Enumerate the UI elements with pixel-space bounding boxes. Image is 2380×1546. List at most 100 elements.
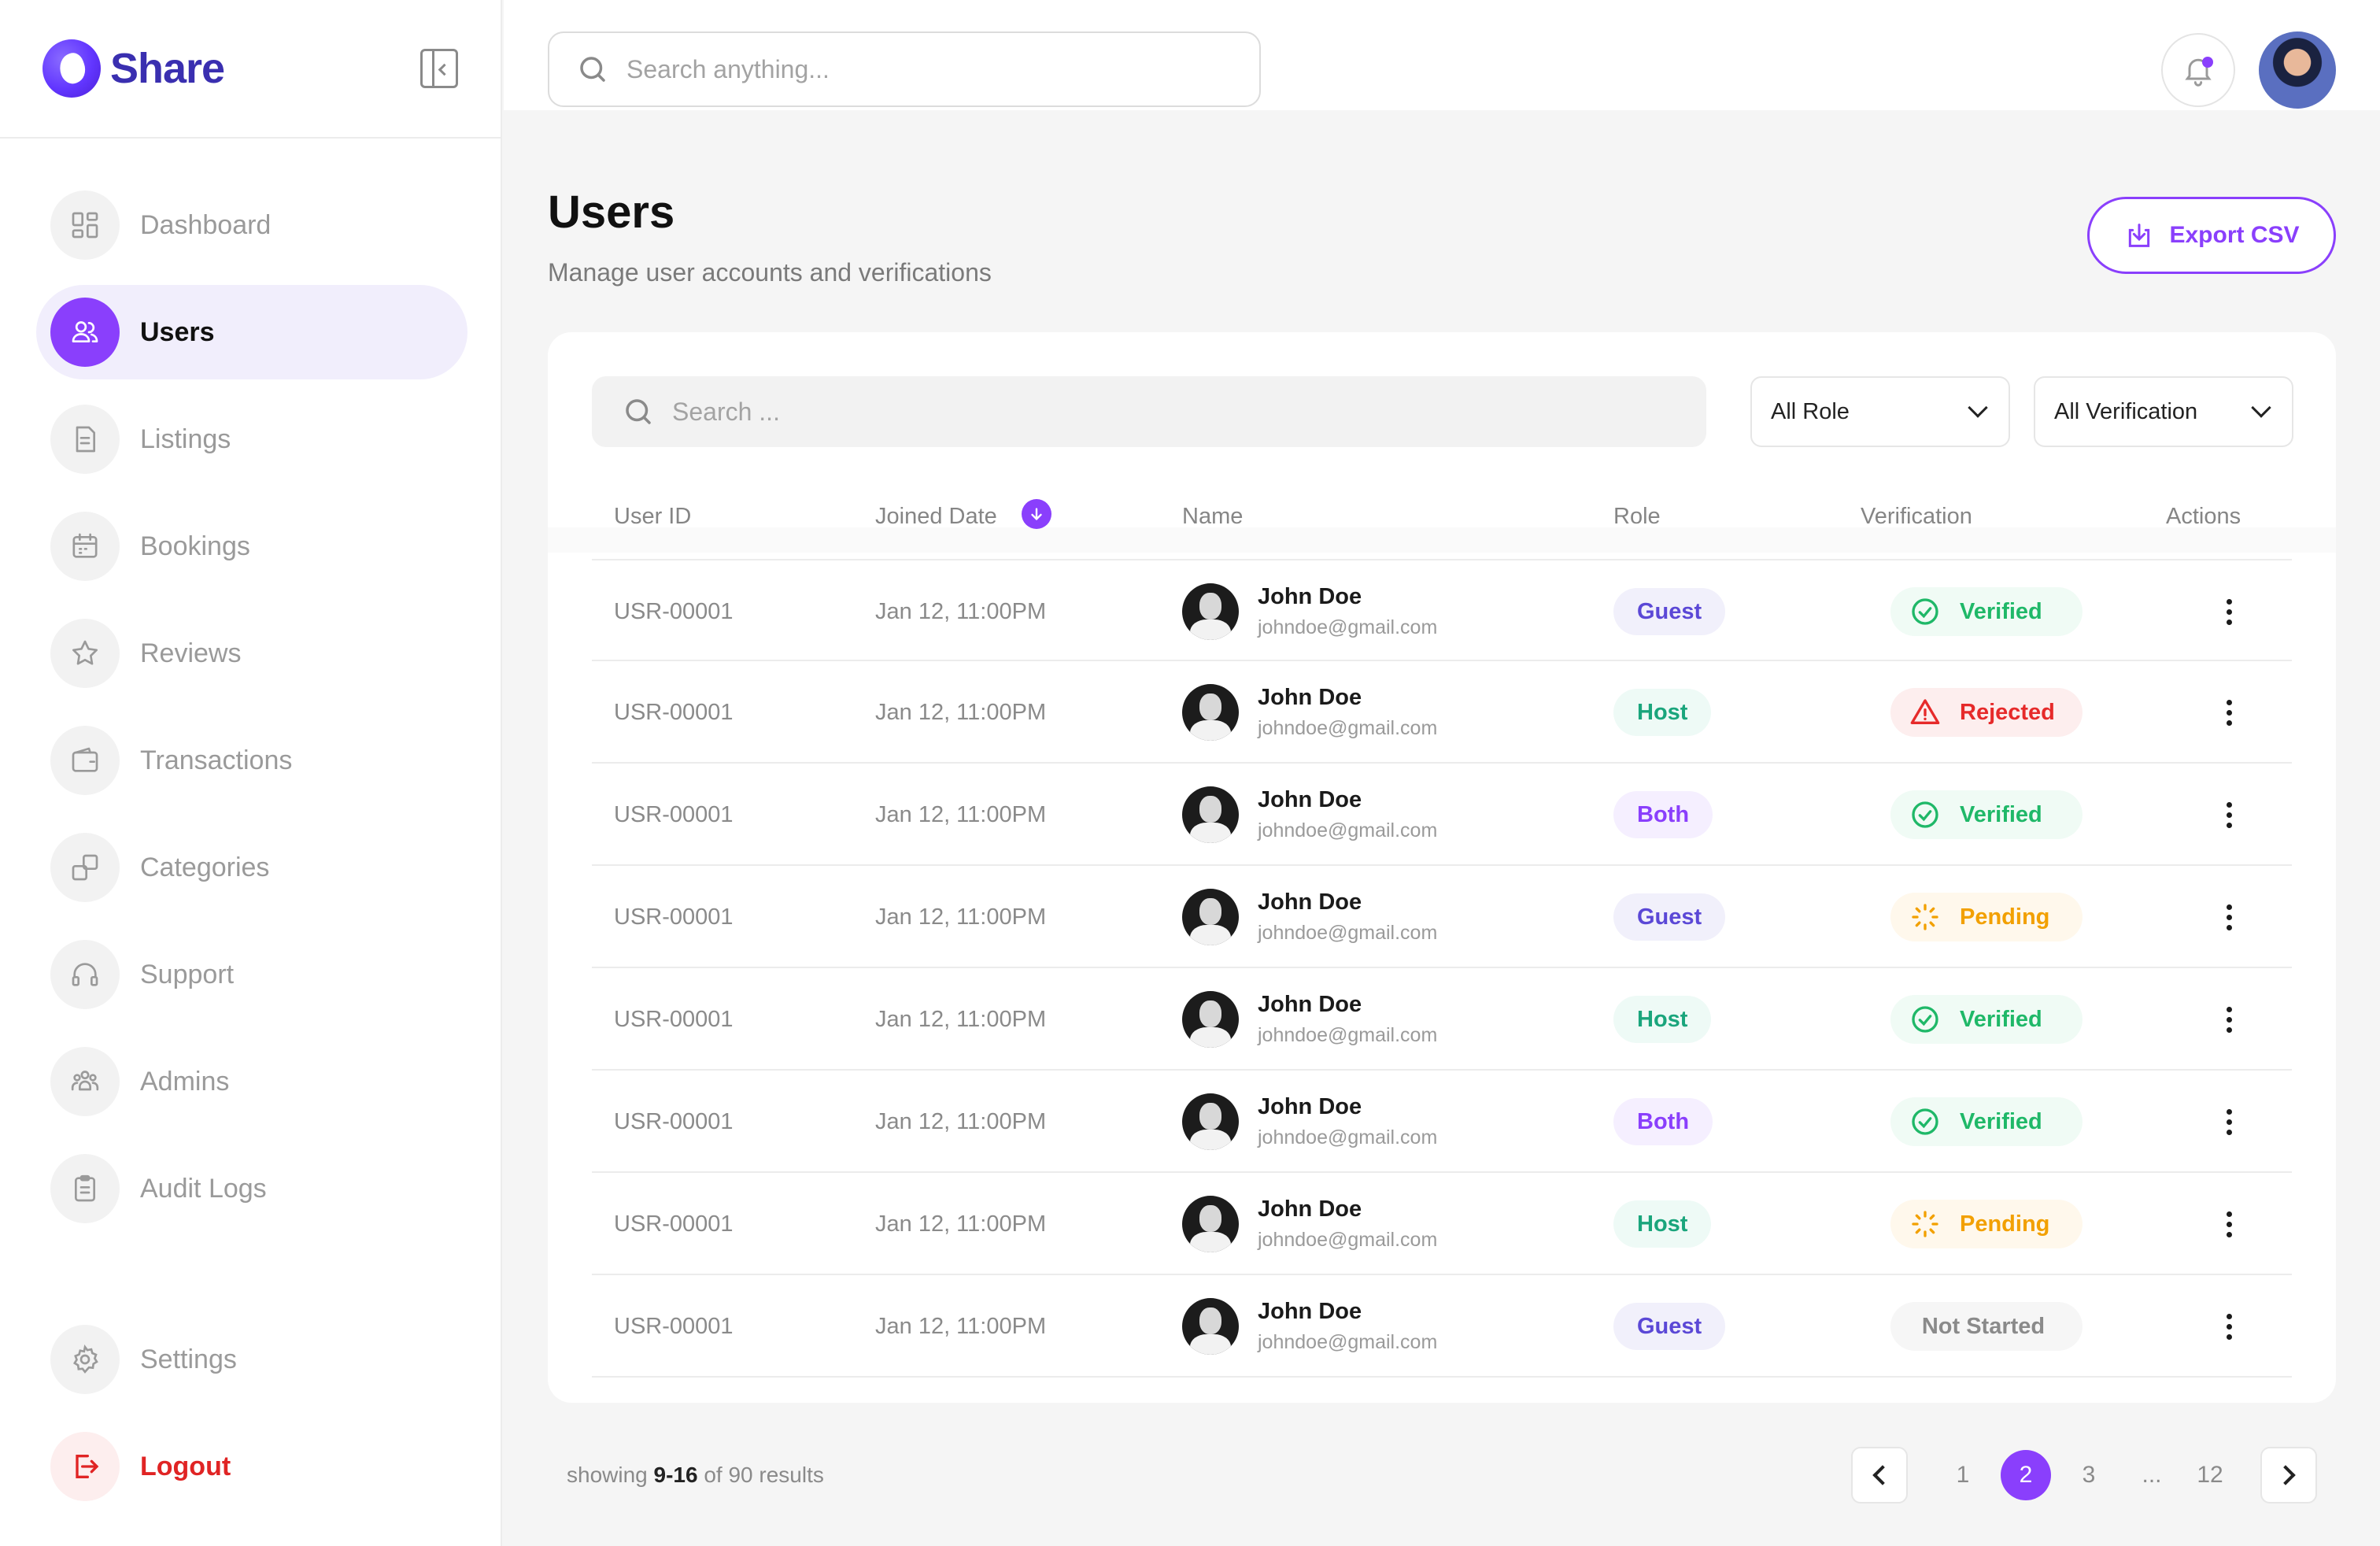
- spinner-icon: [1909, 1208, 1960, 1240]
- user-id-cell: USR-00001: [614, 904, 734, 930]
- collapse-sidebar-icon[interactable]: [420, 49, 458, 88]
- sidebar-item-label: Support: [140, 959, 235, 989]
- user-name-cell: John Doe johndoe@gmail.com: [1182, 764, 1437, 866]
- sidebar-item-users[interactable]: Users: [36, 285, 468, 379]
- user-id-cell: USR-00001: [614, 1006, 734, 1032]
- export-csv-label: Export CSV: [2169, 222, 2300, 248]
- more-options-icon[interactable]: [2213, 1303, 2245, 1350]
- sort-desc-icon[interactable]: [1022, 499, 1051, 529]
- user-avatar[interactable]: [2259, 31, 2336, 109]
- sidebar-item-settings[interactable]: Settings: [36, 1313, 468, 1406]
- brand: Share: [0, 0, 501, 139]
- user-info: John Doe johndoe@gmail.com: [1258, 992, 1437, 1047]
- col-header-verification[interactable]: Verification: [1861, 504, 1972, 530]
- role-cell: Host: [1613, 1173, 1712, 1275]
- sidebar-item-support[interactable]: Support: [36, 927, 468, 1022]
- more-options-icon[interactable]: [2213, 588, 2245, 635]
- user-name: John Doe: [1258, 1299, 1362, 1324]
- role-cell: Guest: [1613, 560, 1726, 663]
- more-options-icon[interactable]: [2213, 996, 2245, 1043]
- sidebar-item-transactions[interactable]: Transactions: [36, 713, 468, 808]
- notification-dot: [2202, 57, 2213, 68]
- verification-cell: Rejected: [1890, 661, 2082, 764]
- next-page-button[interactable]: [2260, 1447, 2317, 1503]
- table-row[interactable]: USR-00001 Jan 12, 11:00PM John Doe johnd…: [592, 866, 2292, 968]
- verification-cell: Verified: [1890, 560, 2082, 663]
- col-header-joined-date[interactable]: Joined Date: [875, 504, 997, 530]
- download-icon: [2129, 224, 2150, 247]
- more-options-icon[interactable]: [2213, 791, 2245, 838]
- verification-cell: Pending: [1890, 866, 2082, 968]
- avatar: [1182, 991, 1239, 1048]
- verification-label: Rejected: [1960, 699, 2055, 725]
- joined-date-cell: Jan 12, 11:00PM: [875, 1211, 1047, 1237]
- user-name: John Doe: [1258, 787, 1362, 812]
- users-table-body: USR-00001 Jan 12, 11:00PM John Doe johnd…: [592, 559, 2292, 1378]
- more-options-icon[interactable]: [2213, 1200, 2245, 1248]
- table-search-input[interactable]: [672, 397, 1540, 427]
- actions-cell: [2213, 764, 2245, 866]
- prev-page-button[interactable]: [1851, 1447, 1908, 1503]
- role-badge: Host: [1613, 1200, 1712, 1248]
- table-row[interactable]: USR-00001 Jan 12, 11:00PM John Doe johnd…: [592, 1275, 2292, 1378]
- verification-label: Verified: [1960, 1108, 2042, 1134]
- check-circle-icon: [1909, 1106, 1960, 1137]
- joined-date-cell: Jan 12, 11:00PM: [875, 904, 1047, 930]
- verification-filter-select[interactable]: All Verification: [2034, 376, 2293, 447]
- sidebar-item-bookings[interactable]: Bookings: [36, 499, 468, 594]
- logout-button[interactable]: Logout: [36, 1420, 468, 1513]
- page-12-button[interactable]: 12: [2185, 1450, 2235, 1500]
- page-2-button[interactable]: 2: [2001, 1450, 2051, 1500]
- role-cell: Both: [1613, 764, 1713, 866]
- user-name-cell: John Doe johndoe@gmail.com: [1182, 1275, 1437, 1378]
- user-email: johndoe@gmail.com: [1258, 922, 1438, 944]
- sidebar-item-categories[interactable]: Categories: [36, 820, 468, 915]
- joined-date-cell: Jan 12, 11:00PM: [875, 598, 1047, 624]
- table-header: [548, 490, 2336, 553]
- table-row[interactable]: USR-00001 Jan 12, 11:00PM John Doe johnd…: [592, 661, 2292, 764]
- joined-date-cell: Jan 12, 11:00PM: [875, 699, 1047, 725]
- sidebar-item-audit-logs[interactable]: Audit Logs: [36, 1141, 468, 1236]
- notifications-button[interactable]: [2161, 33, 2235, 107]
- sidebar-item-listings[interactable]: Listings: [36, 392, 468, 486]
- table-row[interactable]: USR-00001 Jan 12, 11:00PM John Doe johnd…: [592, 764, 2292, 866]
- global-search[interactable]: [548, 31, 1261, 107]
- export-csv-button[interactable]: Export CSV: [2087, 197, 2336, 274]
- sidebar-item-reviews[interactable]: Reviews: [36, 606, 468, 701]
- user-email: johndoe@gmail.com: [1258, 1126, 1438, 1148]
- star-icon: [50, 619, 120, 688]
- more-options-icon[interactable]: [2213, 893, 2245, 941]
- col-header-name[interactable]: Name: [1182, 504, 1243, 530]
- table-row[interactable]: USR-00001 Jan 12, 11:00PM John Doe johnd…: [592, 968, 2292, 1071]
- role-cell: Guest: [1613, 1275, 1726, 1378]
- verification-label: Verified: [1960, 598, 2042, 624]
- user-name-cell: John Doe johndoe@gmail.com: [1182, 1173, 1437, 1275]
- col-header-user-id[interactable]: User ID: [614, 504, 691, 530]
- joined-date-cell: Jan 12, 11:00PM: [875, 1108, 1047, 1134]
- user-email: johndoe@gmail.com: [1258, 717, 1438, 739]
- page-1-button[interactable]: 1: [1938, 1450, 1988, 1500]
- users-card: All Role All Verification User ID Joined…: [548, 332, 2336, 1403]
- joined-date-cell: Jan 12, 11:00PM: [875, 1006, 1047, 1032]
- check-circle-icon: [1909, 596, 1960, 627]
- avatar: [1182, 583, 1239, 640]
- table-row[interactable]: USR-00001 Jan 12, 11:00PM John Doe johnd…: [592, 1071, 2292, 1173]
- verification-badge: Rejected: [1890, 688, 2082, 737]
- page-3-button[interactable]: 3: [2064, 1450, 2114, 1500]
- results-summary: showing 9-16 of 90 results: [567, 1463, 824, 1488]
- role-badge: Both: [1613, 1098, 1713, 1145]
- avatar: [1182, 1298, 1239, 1355]
- col-header-role[interactable]: Role: [1613, 504, 1661, 530]
- sidebar-item-admins[interactable]: Admins: [36, 1034, 468, 1129]
- table-row[interactable]: USR-00001 Jan 12, 11:00PM John Doe johnd…: [592, 1173, 2292, 1275]
- user-name: John Doe: [1258, 1196, 1362, 1222]
- more-options-icon[interactable]: [2213, 689, 2245, 736]
- table-row[interactable]: USR-00001 Jan 12, 11:00PM John Doe johnd…: [592, 559, 2292, 661]
- global-search-input[interactable]: [626, 54, 1173, 84]
- more-options-icon[interactable]: [2213, 1098, 2245, 1145]
- sidebar-item-dashboard[interactable]: Dashboard: [36, 178, 468, 272]
- role-cell: Both: [1613, 1071, 1713, 1173]
- table-search[interactable]: [592, 376, 1706, 447]
- role-filter-select[interactable]: All Role: [1750, 376, 2010, 447]
- joined-date-cell: Jan 12, 11:00PM: [875, 801, 1047, 827]
